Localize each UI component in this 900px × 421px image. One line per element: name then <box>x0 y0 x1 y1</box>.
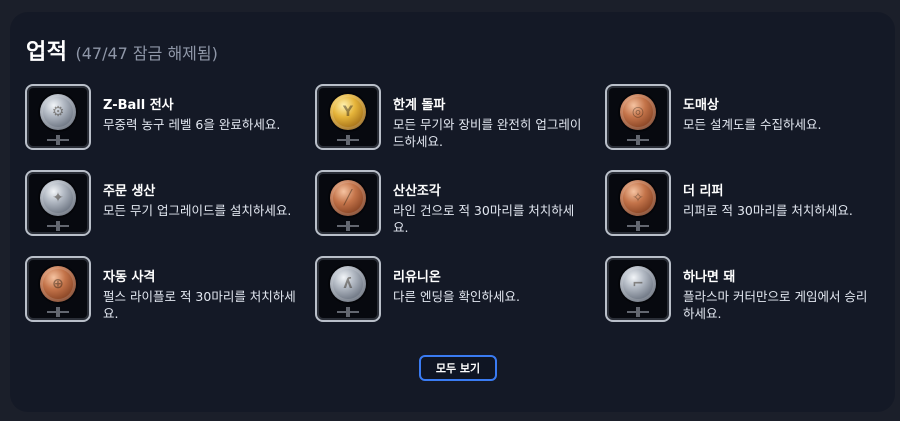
unlock-count: (47/47 잠금 해제됨) <box>75 44 218 63</box>
achievement-description: 라인 건으로 적 30마리를 처치하세요. <box>393 203 575 235</box>
achievement-description: 무중력 농구 레벨 6을 완료하세요. <box>103 117 281 132</box>
achievement-item[interactable]: ⌐ 하나면 돼 플라스마 커터만으로 게임에서 승리하세요. <box>605 256 895 342</box>
page-title: 업적 <box>26 40 68 65</box>
achievement-name: 산산조각 <box>393 184 441 199</box>
medal-icon: ⚙ <box>25 84 91 150</box>
achievement-description: 플라스마 커터만으로 게임에서 승리하세요. <box>683 289 868 321</box>
achievement-name: Z-Ball 전사 <box>103 98 174 113</box>
achievements-header: 업적 (47/47 잠금 해제됨) <box>26 34 218 66</box>
achievement-grid: ⚙ Z-Ball 전사 무중력 농구 레벨 6을 완료하세요. Y 한계 돌파 … <box>25 84 895 342</box>
achievement-item[interactable]: Y 한계 돌파 모든 무기와 장비를 완전히 업그레이드하세요. <box>315 84 605 170</box>
achievement-item[interactable]: ╱ 산산조각 라인 건으로 적 30마리를 처치하세요. <box>315 170 605 256</box>
medal-icon: ◎ <box>605 84 671 150</box>
medal-icon: ⊕ <box>25 256 91 322</box>
view-all-button[interactable]: 모두 보기 <box>419 355 497 381</box>
achievement-description: 모든 설계도를 수집하세요. <box>683 117 822 132</box>
achievement-item[interactable]: ⊕ 자동 사격 펄스 라이플로 적 30마리를 처치하세요. <box>25 256 315 342</box>
achievement-description: 리퍼로 적 30마리를 처치하세요. <box>683 203 853 218</box>
medal-icon: ✧ <box>605 170 671 236</box>
achievement-description: 다른 엔딩을 확인하세요. <box>393 289 520 304</box>
achievement-item[interactable]: ʎ 리유니온 다른 엔딩을 확인하세요. <box>315 256 605 342</box>
achievement-name: 더 리퍼 <box>683 184 724 199</box>
achievement-item[interactable]: ⚙ Z-Ball 전사 무중력 농구 레벨 6을 완료하세요. <box>25 84 315 170</box>
achievements-panel: 업적 (47/47 잠금 해제됨) ⚙ Z-Ball 전사 무중력 농구 레벨 … <box>10 12 895 412</box>
achievement-name: 도매상 <box>683 98 719 113</box>
medal-icon: ʎ <box>315 256 381 322</box>
achievement-name: 주문 생산 <box>103 184 156 199</box>
achievement-item[interactable]: ✧ 더 리퍼 리퍼로 적 30마리를 처치하세요. <box>605 170 895 256</box>
medal-icon: ⌐ <box>605 256 671 322</box>
achievement-description: 모든 무기 업그레이드를 설치하세요. <box>103 203 292 218</box>
medal-icon: ╱ <box>315 170 381 236</box>
achievement-description: 펄스 라이플로 적 30마리를 처치하세요. <box>103 289 296 321</box>
achievement-name: 하나면 돼 <box>683 270 736 285</box>
achievement-item[interactable]: ◎ 도매상 모든 설계도를 수집하세요. <box>605 84 895 170</box>
medal-icon: Y <box>315 84 381 150</box>
achievement-name: 자동 사격 <box>103 270 156 285</box>
achievement-item[interactable]: ✦ 주문 생산 모든 무기 업그레이드를 설치하세요. <box>25 170 315 256</box>
achievement-name: 한계 돌파 <box>393 98 446 113</box>
medal-icon: ✦ <box>25 170 91 236</box>
achievement-name: 리유니온 <box>393 270 441 285</box>
achievement-description: 모든 무기와 장비를 완전히 업그레이드하세요. <box>393 117 582 149</box>
